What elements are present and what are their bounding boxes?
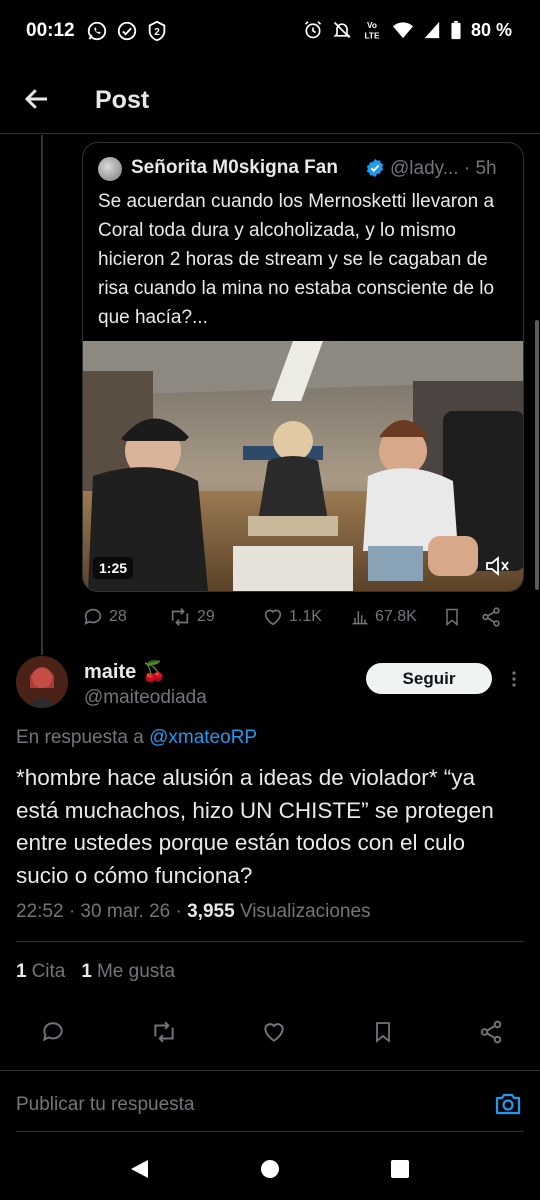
reply-author-name-text: maite — [84, 661, 137, 683]
quoted-video[interactable]: 1:25 — [83, 341, 523, 591]
more-options-icon[interactable] — [505, 667, 523, 691]
replying-prefix: En respuesta a — [16, 727, 144, 748]
status-left-icons: 2 — [86, 20, 168, 42]
likes-label: Me gusta — [96, 961, 176, 982]
post-views-label: Visualizaciones — [239, 901, 371, 922]
status-time: 00:12 — [26, 20, 75, 41]
repost-icon[interactable] — [150, 1019, 178, 1045]
quotes-label: Cita — [31, 961, 66, 982]
divider — [16, 1131, 524, 1132]
notification-2-icon: 2 — [148, 20, 166, 42]
reply-composer-input[interactable]: Publicar tu respuesta — [16, 1094, 195, 1116]
heart-icon[interactable] — [261, 1019, 287, 1045]
volume-muted-icon[interactable] — [485, 555, 511, 577]
nav-back-icon[interactable] — [128, 1158, 150, 1180]
nav-recents-icon[interactable] — [389, 1158, 411, 1180]
quoted-author-avatar — [98, 157, 122, 181]
page-title: Post — [95, 86, 150, 114]
heart-icon — [264, 609, 282, 626]
replying-mention-link[interactable]: @xmateoRP — [149, 727, 257, 748]
reply-author-name[interactable]: maite 🍒 — [84, 659, 167, 684]
share-icon[interactable] — [478, 1019, 504, 1045]
thread-line — [41, 135, 43, 655]
android-nav-bar — [0, 1140, 540, 1200]
battery-icon — [451, 20, 461, 40]
repost-count: 29 — [197, 608, 215, 625]
check-circle-icon — [117, 21, 137, 41]
mute-icon — [333, 21, 351, 39]
quoted-author-handle: @lady... · 5h — [390, 158, 497, 179]
views-action[interactable]: 67.8K — [350, 606, 442, 628]
reply-post-actions — [16, 1014, 524, 1050]
quoted-time: 5h — [475, 158, 497, 179]
reply-count: 28 — [109, 608, 127, 625]
likes-stat[interactable]: 1 Me gusta — [81, 961, 175, 983]
likes-count: 1 — [81, 961, 92, 982]
reply-action[interactable]: 28 — [82, 606, 168, 628]
replying-to: En respuesta a @xmateoRP — [16, 727, 257, 749]
views-count: 67.8K — [375, 608, 417, 625]
quoted-post[interactable]: Señorita M0skigna Fan @lady... · 5h Se a… — [82, 142, 524, 592]
battery-percent: 80 % — [470, 19, 512, 40]
camera-icon[interactable] — [494, 1091, 522, 1117]
reply-icon — [84, 608, 102, 625]
share-icon — [482, 607, 500, 627]
bookmark-icon[interactable] — [371, 1019, 395, 1045]
quoted-post-text: Se acuerdan cuando los Mernosketti lleva… — [98, 191, 495, 328]
svg-text:2: 2 — [154, 27, 160, 38]
video-thumbnail-image — [83, 341, 523, 591]
repost-action[interactable]: 29 — [168, 606, 262, 628]
divider — [0, 1070, 540, 1071]
quoted-post-actions: 28 29 1.1K 67.8K — [82, 600, 524, 634]
cherry-emoji: 🍒 — [141, 661, 167, 683]
svg-text:LTE: LTE — [364, 31, 379, 40]
bookmark-icon — [446, 608, 458, 627]
back-arrow-icon[interactable] — [22, 84, 52, 114]
nav-home-icon[interactable] — [259, 1158, 281, 1180]
share-action[interactable] — [480, 606, 510, 628]
status-right-icons: Vo LTE 80 % — [303, 19, 512, 41]
alarm-icon — [304, 21, 322, 39]
reply-author-avatar[interactable] — [16, 656, 68, 708]
avatar-photo-image — [16, 656, 68, 708]
verified-badge-icon — [366, 158, 384, 178]
signal-icon — [424, 21, 440, 39]
reply-post-meta: 22:52 · 30 mar. 26 · 3,955 Visualizacion… — [16, 901, 371, 923]
like-action[interactable]: 1.1K — [262, 606, 350, 628]
volte-icon: VoLTE — [364, 21, 379, 40]
like-count: 1.1K — [289, 608, 322, 625]
post-timestamp: 22:52 · 30 mar. 26 · — [16, 901, 182, 922]
quoted-author-name: Señorita M0skigna Fan — [131, 157, 338, 178]
reply-icon[interactable] — [40, 1019, 66, 1045]
whatsapp-icon — [87, 21, 107, 41]
wifi-icon — [392, 22, 413, 39]
reply-author-handle[interactable]: @maiteodiada — [84, 687, 207, 709]
reply-post-text: *hombre hace alusión a ideas de violador… — [16, 765, 494, 888]
quotes-stat[interactable]: 1 Cita — [16, 961, 65, 983]
follow-button[interactable]: Seguir — [366, 663, 492, 694]
scrollbar-thumb[interactable] — [535, 320, 539, 590]
divider — [16, 941, 524, 942]
quoted-handle-text: @lady... — [390, 158, 459, 179]
svg-text:Vo: Vo — [367, 21, 377, 30]
status-bar: 00:12 2 Vo LTE 80 % — [0, 0, 540, 62]
video-duration: 1:25 — [93, 557, 134, 579]
post-stats: 1 Cita 1 Me gusta — [16, 961, 175, 983]
bookmark-action[interactable] — [442, 606, 480, 628]
repost-icon — [171, 608, 189, 626]
top-header: Post — [0, 62, 540, 134]
quotes-count: 1 — [16, 961, 27, 982]
post-views-count: 3,955 — [187, 901, 235, 922]
analytics-icon — [352, 611, 368, 625]
